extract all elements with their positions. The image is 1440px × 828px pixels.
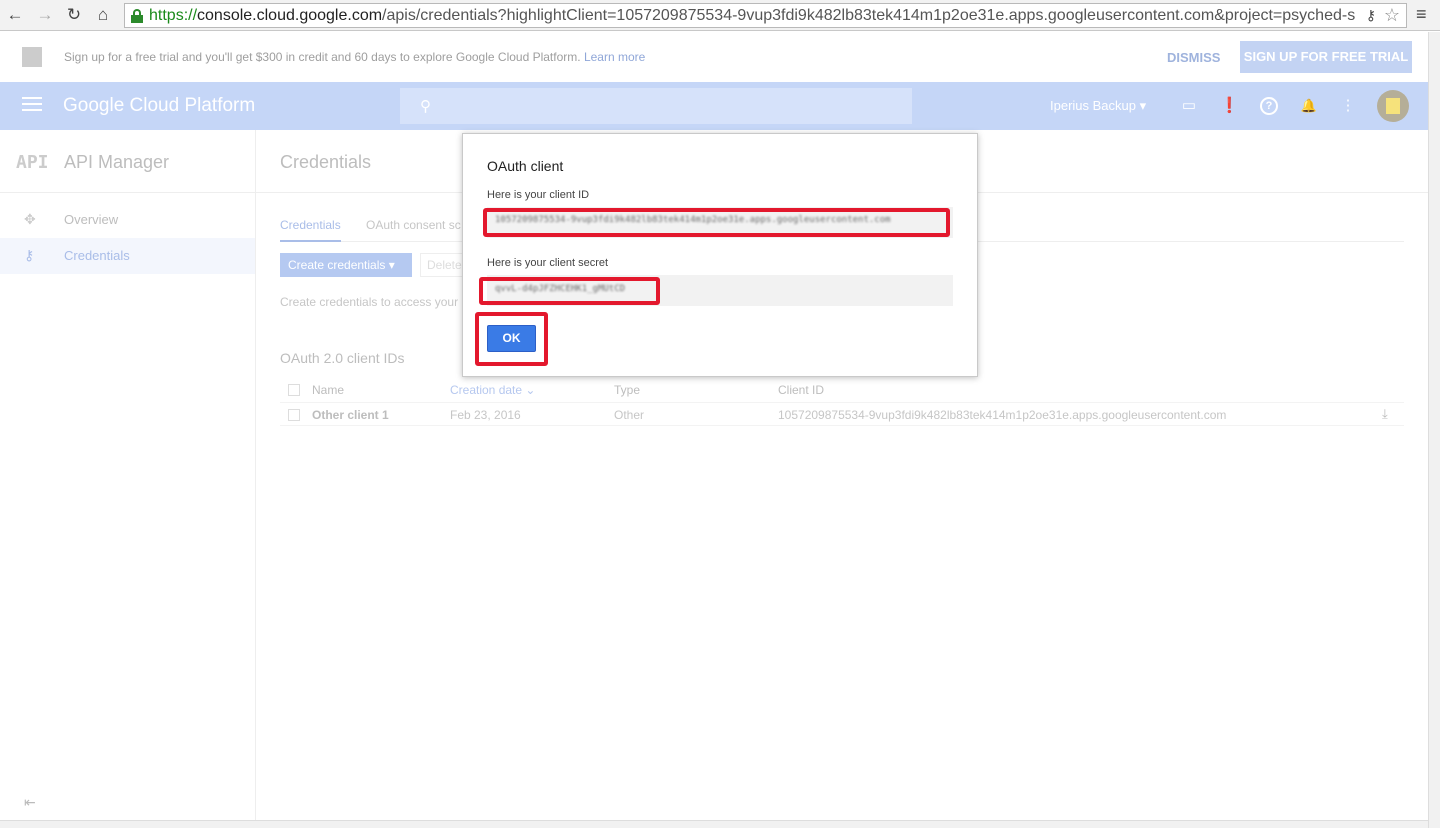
key-icon: ⚷ (24, 247, 35, 263)
chevron-down-icon: ▾ (388, 258, 395, 272)
divider (0, 192, 255, 193)
table-header: Name Creation date ⌄ Type Client ID (280, 378, 1404, 402)
overview-icon: ✥ (24, 211, 36, 227)
learn-more-link[interactable]: Learn more (584, 50, 645, 64)
vertical-scrollbar[interactable] (1428, 32, 1440, 828)
help-icon[interactable]: ? (1260, 97, 1278, 115)
horizontal-scrollbar[interactable] (0, 820, 1428, 828)
column-header-name[interactable]: Name (312, 383, 344, 397)
search-icon: ⚲ (420, 98, 431, 115)
creation-date-cell: Feb 23, 2016 (450, 408, 521, 422)
tab-oauth-consent[interactable]: OAuth consent sc (366, 218, 461, 240)
dismiss-button[interactable]: DISMISS (1167, 50, 1220, 65)
client-id-label: Here is your client ID (487, 189, 590, 201)
hamburger-menu-icon[interactable] (22, 97, 42, 115)
select-all-checkbox[interactable] (288, 384, 300, 396)
download-icon[interactable]: ⤓ (1382, 406, 1388, 422)
home-icon[interactable]: ⌂ (92, 4, 114, 26)
project-selector[interactable]: Iperius Backup ▾ (1050, 98, 1146, 114)
sidebar-item-credentials[interactable]: ⚷ Credentials (0, 238, 255, 274)
section-title: OAuth 2.0 client IDs (280, 350, 405, 366)
sidebar-item-overview[interactable]: ✥ Overview (0, 202, 255, 238)
reload-icon[interactable]: ↻ (63, 4, 85, 26)
sidebar: API API Manager ✥ Overview ⚷ Credentials… (0, 130, 256, 822)
hint-text: Create credentials to access your (280, 295, 459, 309)
sidebar-title: API Manager (64, 152, 170, 172)
bookmark-star-icon[interactable]: ☆ (1384, 5, 1400, 26)
back-icon[interactable]: ← (4, 4, 26, 26)
gift-icon (22, 47, 42, 67)
more-options-icon[interactable]: ⋮ (1339, 97, 1357, 115)
url-text[interactable]: https://console.cloud.google.com/apis/cr… (149, 7, 1359, 25)
create-credentials-button[interactable]: Create credentials ▾ (280, 253, 412, 277)
forward-icon[interactable]: → (34, 4, 56, 26)
client-name-link[interactable]: Other client 1 (312, 408, 389, 422)
lock-icon (131, 9, 143, 23)
oauth-client-dialog: OAuth client Here is your client ID 1057… (462, 133, 978, 377)
ok-button-highlight (475, 312, 548, 366)
sort-icon: ⌄ (525, 383, 536, 397)
brand-title[interactable]: Google Cloud Platform (63, 95, 255, 117)
column-header-type[interactable]: Type (614, 383, 640, 397)
type-cell: Other (614, 408, 645, 422)
row-checkbox[interactable] (288, 409, 300, 421)
sidebar-item-label: Overview (64, 212, 119, 227)
chevron-down-icon: ▾ (1139, 98, 1147, 113)
search-input[interactable]: ⚲ (400, 88, 912, 124)
cloud-shell-icon[interactable]: ▭ (1180, 97, 1198, 115)
avatar[interactable] (1377, 90, 1409, 122)
client-secret-label: Here is your client secret (487, 257, 609, 269)
collapse-sidebar-icon[interactable]: ⇤ (24, 794, 36, 811)
client-id-highlight (483, 208, 950, 237)
dialog-title: OAuth client (487, 158, 564, 174)
sidebar-item-label: Credentials (64, 248, 130, 263)
key-icon[interactable]: ⚷ (1366, 7, 1376, 24)
trial-text: Sign up for a free trial and you'll get … (64, 50, 646, 64)
browser-menu-icon[interactable]: ≡ (1416, 4, 1427, 25)
page-title: Credentials (280, 152, 372, 172)
trial-banner: Sign up for a free trial and you'll get … (0, 32, 1428, 82)
column-header-creation-date[interactable]: Creation date ⌄ (450, 383, 535, 397)
signup-free-trial-button[interactable]: SIGN UP FOR FREE TRIAL (1240, 41, 1412, 73)
client-id-cell: 1057209875534-9vup3fdi9k482lb83tek414m1p… (778, 408, 1227, 422)
app-header: Google Cloud Platform ⚲ Iperius Backup ▾… (0, 82, 1428, 130)
table-row[interactable]: Other client 1 Feb 23, 2016 Other 105720… (280, 402, 1404, 426)
browser-toolbar: ← → ↻ ⌂ https://console.cloud.google.com… (0, 0, 1440, 31)
column-header-client-id[interactable]: Client ID (778, 383, 824, 397)
tab-credentials[interactable]: Credentials (280, 218, 341, 242)
api-logo: API (16, 152, 49, 173)
client-secret-highlight (479, 277, 660, 305)
feedback-icon[interactable]: ❗ (1220, 97, 1239, 115)
address-bar[interactable]: https://console.cloud.google.com/apis/cr… (124, 3, 1407, 28)
notifications-icon[interactable]: 🔔 (1300, 97, 1318, 115)
